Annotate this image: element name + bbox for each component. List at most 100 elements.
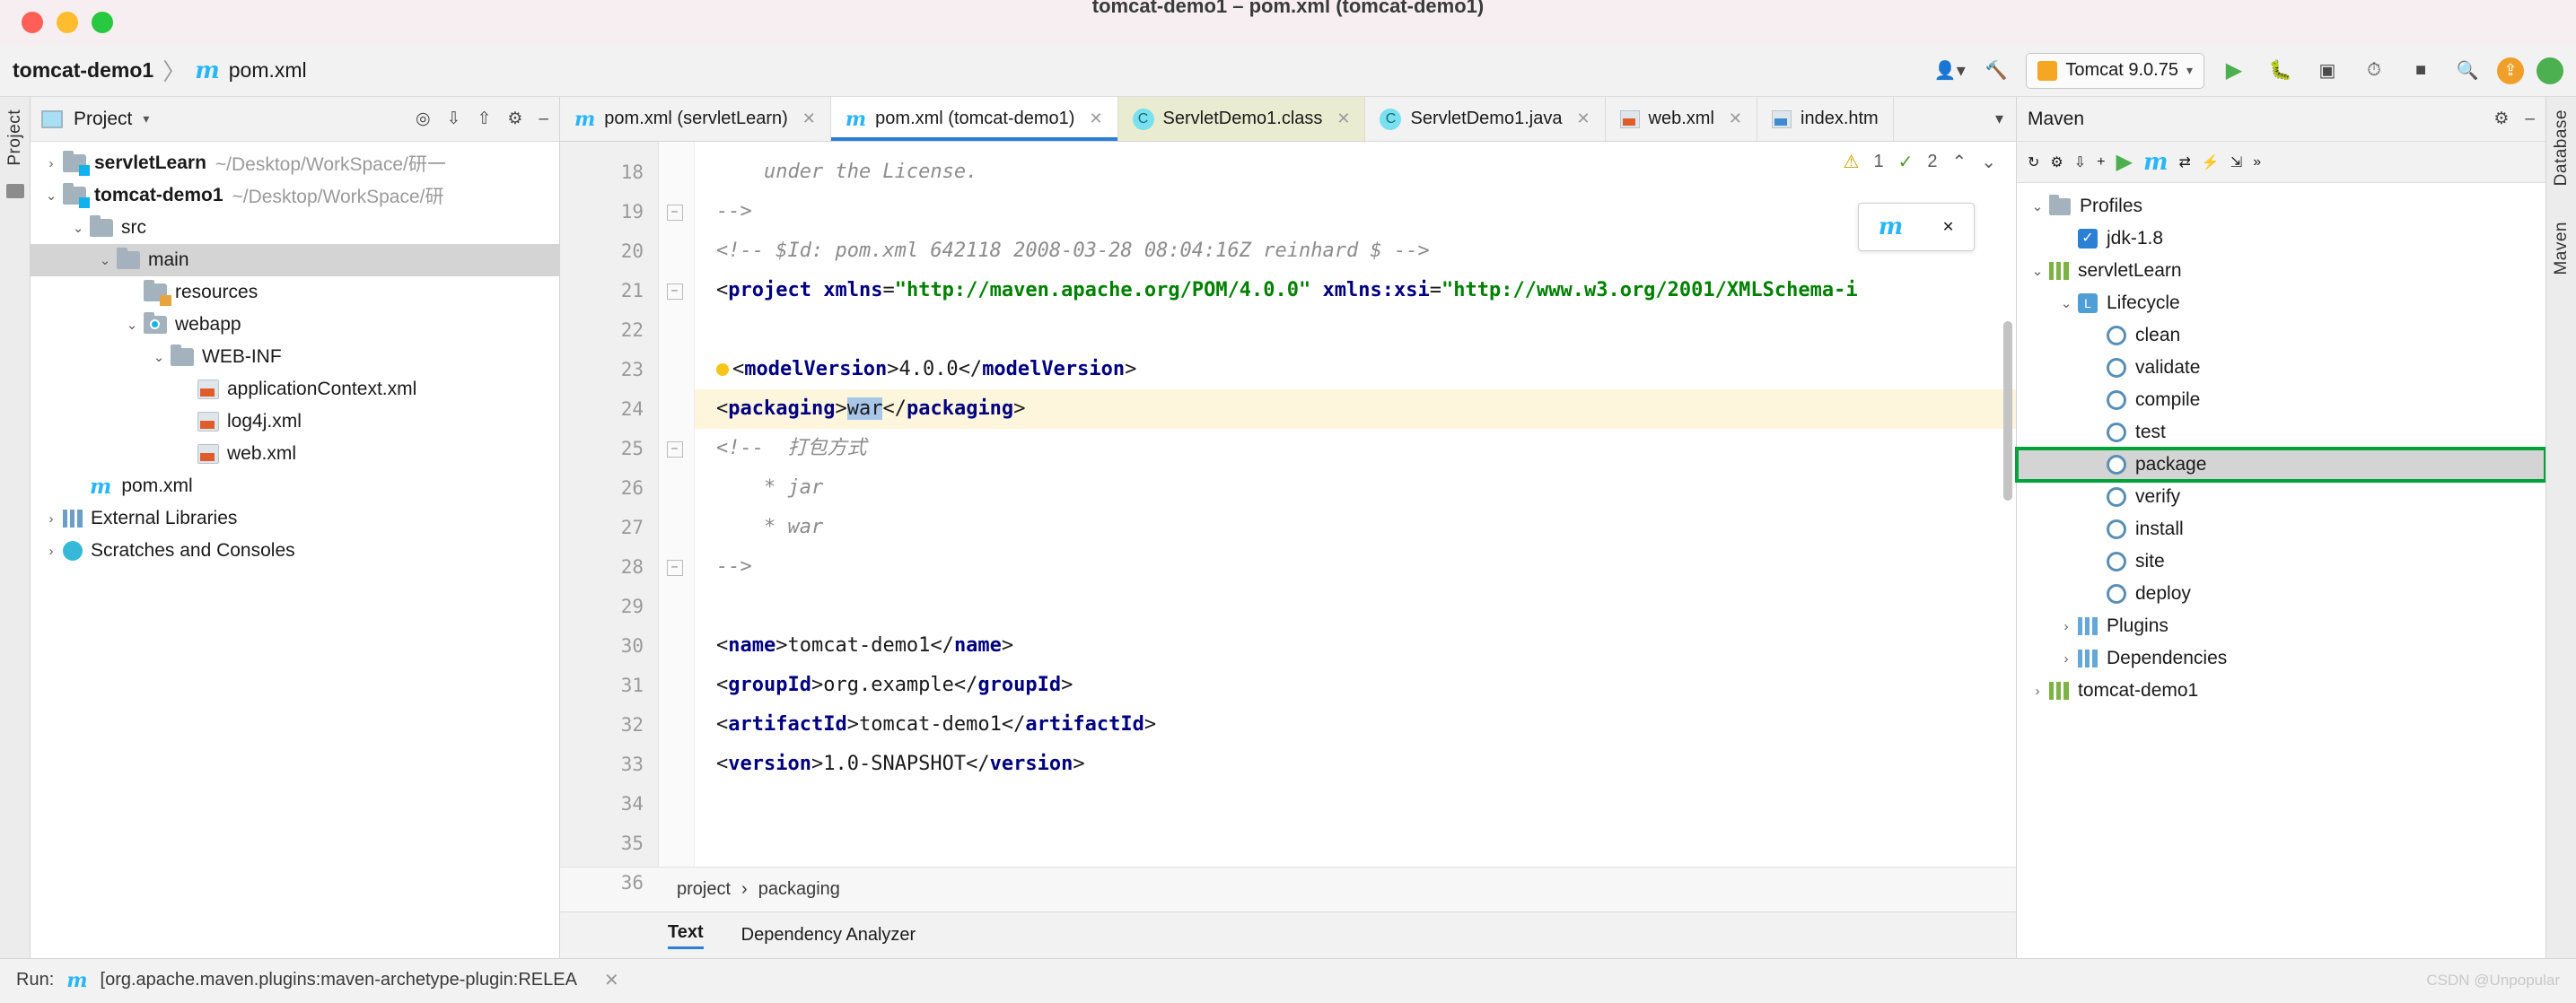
project-tree[interactable]: › servletLearn ~/Desktop/WorkSpace/研一 ⌄ … [31, 142, 559, 567]
maven-tree-item[interactable]: clean [2017, 319, 2545, 352]
chevron-down-icon[interactable]: ▾ [143, 111, 149, 126]
stop-icon[interactable]: ■ [2404, 54, 2438, 88]
code-line[interactable] [695, 863, 2016, 867]
user-icon[interactable]: 👤▾ [1932, 54, 1967, 88]
settings-gear-icon[interactable]: ⚙ [2493, 109, 2509, 129]
tree-twisty-icon[interactable]: › [39, 511, 63, 527]
execute-icon[interactable]: ⚡ [2202, 153, 2220, 171]
run-configuration-selector[interactable]: Tomcat 9.0.75 ▾ [2026, 52, 2204, 89]
maven-tree-item[interactable]: install [2017, 513, 2545, 545]
code-line[interactable] [695, 310, 2016, 350]
project-tree-item[interactable]: resources [31, 276, 559, 309]
editor-tab[interactable]: m pom.xml (servletLearn) ✕ [560, 97, 831, 141]
tool-window-button-maven[interactable]: Maven [2552, 222, 2572, 275]
collapse-all-icon[interactable]: ⇩ [447, 109, 461, 129]
fold-marker[interactable] [659, 310, 694, 350]
tree-twisty-icon[interactable]: › [2055, 651, 2078, 667]
avatar-icon[interactable] [2537, 57, 2563, 84]
editor-scrollbar[interactable] [2003, 321, 2012, 501]
checkbox-icon[interactable]: ✓ [2078, 229, 2098, 249]
breadcrumb-file[interactable]: pom.xml [229, 58, 307, 83]
project-tree-item[interactable]: web.xml [31, 438, 559, 470]
fold-marker[interactable]: − [659, 547, 694, 587]
project-tree-item[interactable]: › Scratches and Consoles [31, 535, 559, 567]
breadcrumb-project[interactable]: tomcat-demo1 [13, 58, 153, 83]
close-icon[interactable]: ✕ [1729, 109, 1742, 128]
editor-tab[interactable]: index.htm [1757, 97, 1894, 141]
code-folding-column[interactable]: − − − − [659, 142, 695, 867]
coverage-icon[interactable]: ▣ [2310, 54, 2344, 88]
code-line[interactable]: <groupId>org.example</groupId> [695, 666, 2016, 705]
code-editor[interactable]: 18 19 20 21 22 23 24 25 26 27 28 29 30 31 32 33 34 35 36 −… [560, 142, 2016, 894]
project-tree-item[interactable]: › External Libraries [31, 502, 559, 535]
maven-reload-popup[interactable]: m ✕ [1858, 203, 1975, 251]
minimize-icon[interactable]: – [539, 109, 548, 129]
project-tree-item[interactable]: log4j.xml [31, 406, 559, 438]
update-icon[interactable]: ⇪ [2497, 57, 2524, 84]
code-line[interactable]: <version>1.0-SNAPSHOT</version> [695, 745, 2016, 784]
code-line[interactable] [695, 824, 2016, 863]
tree-twisty-icon[interactable]: ⌄ [147, 349, 171, 365]
code-line[interactable]: * war [695, 508, 2016, 547]
project-tree-item[interactable]: ⌄ tomcat-demo1 ~/Desktop/WorkSpace/研 [31, 179, 559, 212]
intention-bulb-icon[interactable] [716, 363, 729, 376]
close-icon[interactable]: ✕ [1336, 109, 1350, 128]
close-icon[interactable]: ✕ [604, 969, 619, 991]
close-icon[interactable]: ✕ [1089, 109, 1102, 128]
fold-marker[interactable] [659, 231, 694, 271]
project-tree-item[interactable]: applicationContext.xml [31, 373, 559, 406]
tree-twisty-icon[interactable]: › [2055, 619, 2078, 634]
chevron-up-icon[interactable]: ⌃ [1951, 151, 1967, 173]
fold-marker[interactable] [659, 745, 694, 784]
maven-tree-item[interactable]: › Dependencies [2017, 642, 2545, 675]
settings-gear-icon[interactable]: ⚙ [507, 109, 522, 129]
fold-marker[interactable] [659, 666, 694, 705]
maven-tree-item[interactable]: › tomcat-demo1 [2017, 675, 2545, 707]
toggle-icon[interactable]: ⇄ [2178, 153, 2190, 171]
code-line[interactable] [695, 587, 2016, 626]
locate-icon[interactable]: ◎ [416, 109, 431, 129]
maven-tree-item[interactable]: validate [2017, 352, 2545, 384]
maven-icon[interactable]: m [2143, 149, 2169, 176]
fold-marker[interactable] [659, 350, 694, 389]
profiler-icon[interactable]: ⏱ [2357, 54, 2391, 88]
fold-marker[interactable] [659, 153, 694, 192]
editor-breadcrumb[interactable]: project › packaging [560, 867, 2016, 911]
chevron-down-icon[interactable]: ⌄ [1981, 151, 1996, 173]
maven-tree[interactable]: ⌄ Profiles ✓ jdk-1.8 ⌄ servletLearn ⌄ L … [2015, 183, 2547, 707]
fold-marker[interactable] [659, 626, 694, 666]
tree-twisty-icon[interactable]: ⌄ [66, 220, 90, 236]
code-content[interactable]: under the License. --> <!-- $Id: pom.xml 6… [695, 142, 2016, 867]
maven-tree-item[interactable]: ✓ jdk-1.8 [2017, 222, 2545, 255]
maven-tree-item[interactable]: ⌄ Profiles [2017, 190, 2545, 222]
tree-twisty-icon[interactable]: › [39, 156, 63, 171]
download-sources-icon[interactable]: ⇩ [2074, 153, 2086, 171]
project-tree-item[interactable]: › servletLearn ~/Desktop/WorkSpace/研一 [31, 147, 559, 179]
fold-marker[interactable] [659, 784, 694, 824]
maven-tree-item[interactable]: test [2017, 416, 2545, 449]
expand-icon[interactable]: ⇧ [477, 109, 491, 129]
close-icon[interactable]: ✕ [802, 109, 816, 128]
tree-twisty-icon[interactable]: › [39, 544, 63, 559]
editor-breadcrumb-item[interactable]: packaging [758, 879, 840, 900]
more-icon[interactable]: » [2253, 154, 2261, 170]
fold-marker[interactable] [659, 705, 694, 745]
tool-window-button-project[interactable]: Project [5, 109, 25, 166]
project-tree-item[interactable]: ⌄ webapp [31, 309, 559, 341]
maven-tree-item[interactable]: package [2015, 447, 2547, 483]
fold-marker[interactable]: − [659, 192, 694, 231]
code-line[interactable]: under the License. [695, 153, 2016, 192]
project-tree-item[interactable]: m pom.xml [31, 470, 559, 502]
code-line[interactable]: * jar [695, 468, 2016, 508]
tool-window-button-database[interactable]: Database [2552, 109, 2572, 186]
code-line[interactable]: --> [695, 547, 2016, 587]
debug-icon[interactable]: 🐛 [2264, 54, 2298, 88]
maven-tree-item[interactable]: compile [2017, 384, 2545, 416]
fold-marker[interactable] [659, 863, 694, 903]
code-line[interactable]: <packaging>war</packaging> [695, 389, 2016, 429]
project-tree-item[interactable]: ⌄ WEB-INF [31, 341, 559, 373]
fold-marker[interactable] [659, 508, 694, 547]
editor-bottom-tab[interactable]: Dependency Analyzer [741, 925, 916, 946]
search-icon[interactable]: 🔍 [2450, 54, 2484, 88]
code-line[interactable]: <name>tomcat-demo1</name> [695, 626, 2016, 666]
